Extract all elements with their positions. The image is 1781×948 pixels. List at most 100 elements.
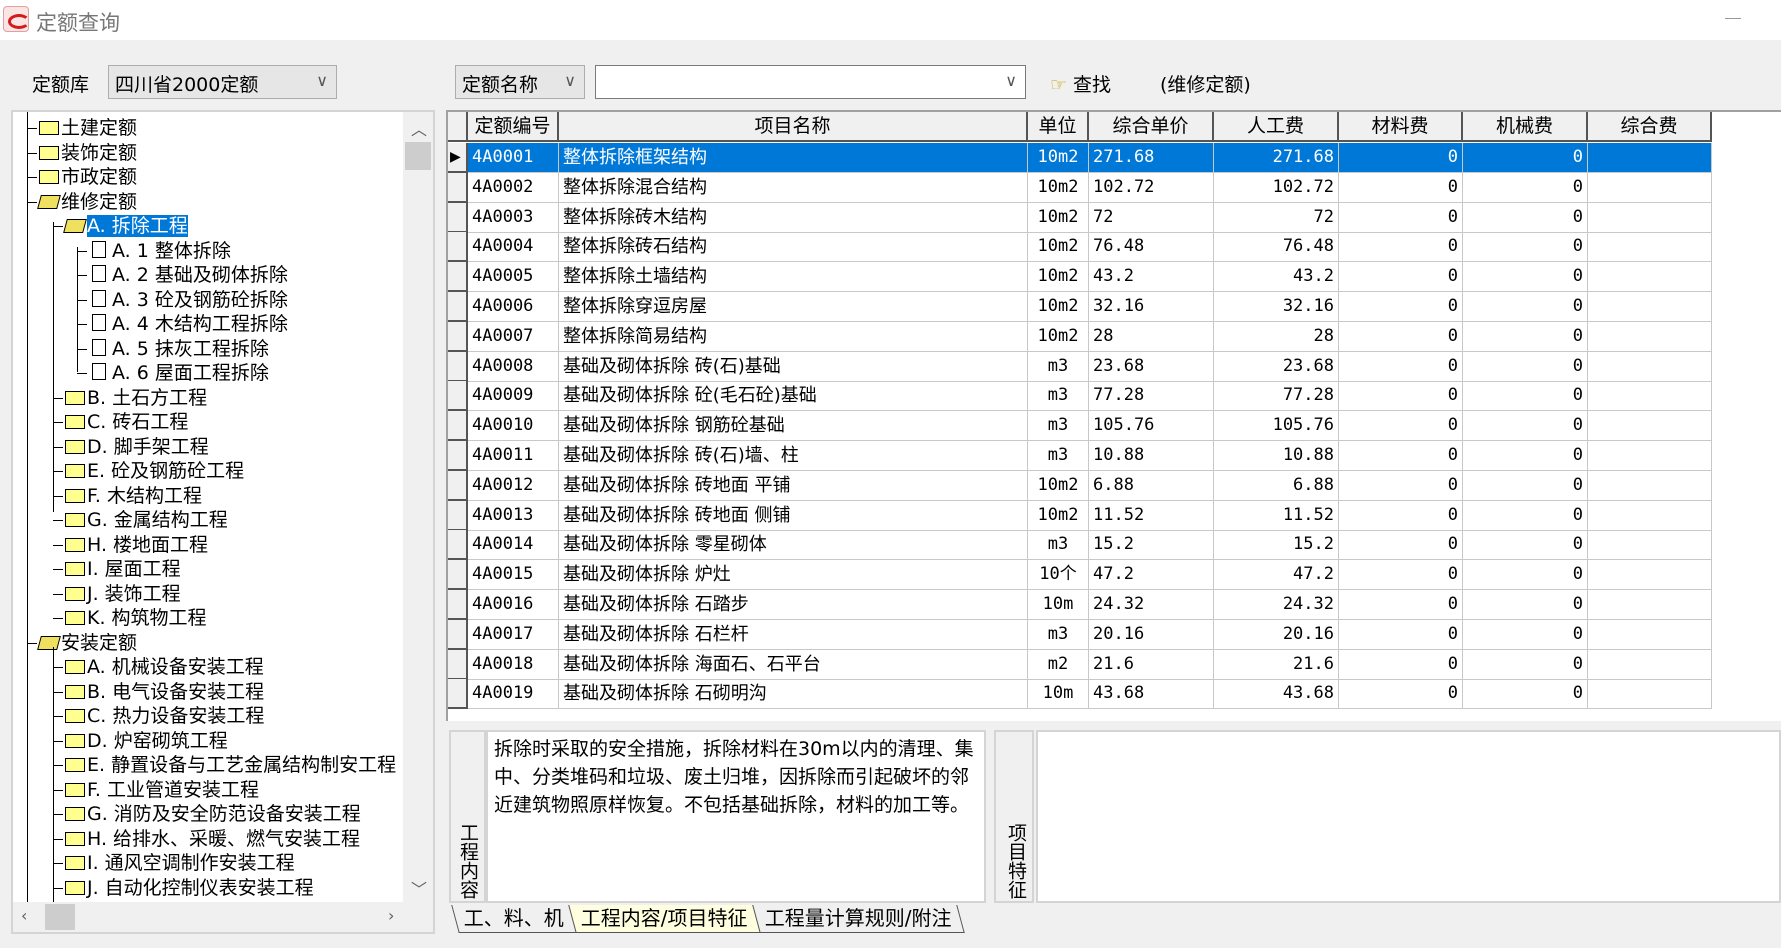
row-indicator[interactable] <box>448 619 468 650</box>
tree-item[interactable]: A. 1 整体拆除 <box>89 239 231 263</box>
table-cell[interactable] <box>1588 202 1712 233</box>
table-cell[interactable]: 0 <box>1339 649 1463 680</box>
table-cell[interactable]: 28 <box>1214 321 1339 352</box>
column-header[interactable]: 人工费 <box>1214 112 1339 142</box>
row-indicator[interactable] <box>448 202 468 233</box>
quota-grid[interactable]: 定额编号 项目名称 单位 综合单价 人工费 材料费 机械费 综合费 ▶ 4A0001 整体拆除框架结… <box>446 110 1781 721</box>
tree-item[interactable]: A. 4 木结构工程拆除 <box>89 312 288 336</box>
table-cell[interactable]: 72 <box>1214 202 1339 233</box>
table-cell[interactable] <box>1588 590 1712 620</box>
table-cell[interactable]: 10.88 <box>1214 441 1339 471</box>
column-header[interactable]: 项目名称 <box>559 112 1028 142</box>
tab[interactable]: 工程量计算规则/附注 <box>751 905 965 933</box>
table-cell[interactable]: 4A0013 <box>468 500 559 531</box>
table-cell[interactable] <box>1588 470 1712 501</box>
table-cell[interactable]: 0 <box>1339 619 1463 650</box>
table-cell[interactable]: 77.28 <box>1214 381 1339 412</box>
item-feature-text[interactable] <box>1036 730 1781 903</box>
table-cell[interactable]: 0 <box>1463 649 1588 680</box>
table-cell[interactable]: 4A0005 <box>468 262 559 293</box>
table-cell[interactable] <box>1588 292 1712 322</box>
row-indicator[interactable] <box>448 441 468 471</box>
table-cell[interactable]: 0 <box>1339 292 1463 322</box>
table-cell[interactable]: 23.68 <box>1214 351 1339 382</box>
table-cell[interactable]: 整体拆除砖木结构 <box>559 202 1028 233</box>
table-cell[interactable]: 6.88 <box>1214 470 1339 501</box>
table-cell[interactable]: 0 <box>1463 411 1588 442</box>
row-indicator[interactable] <box>448 679 468 710</box>
row-indicator[interactable] <box>448 321 468 352</box>
table-cell[interactable]: 0 <box>1463 143 1588 173</box>
table-cell[interactable]: 基础及砌体拆除 炉灶 <box>559 560 1028 591</box>
table-cell[interactable]: 0 <box>1339 202 1463 233</box>
table-cell[interactable]: 0 <box>1463 321 1588 352</box>
table-cell[interactable] <box>1588 500 1712 531</box>
tree-item[interactable]: I. 屋面工程 <box>65 557 181 581</box>
tree-item[interactable]: K. 构筑物工程 <box>65 606 207 630</box>
tab[interactable]: 工、料、机 <box>451 905 577 933</box>
table-cell[interactable] <box>1588 441 1712 471</box>
table-cell[interactable]: 102.72 <box>1089 172 1214 203</box>
table-cell[interactable]: 76.48 <box>1214 232 1339 263</box>
table-cell[interactable]: 4A0014 <box>468 530 559 561</box>
table-cell[interactable]: 10m <box>1028 590 1089 620</box>
row-indicator[interactable]: ▶ <box>448 143 468 173</box>
table-cell[interactable]: 整体拆除框架结构 <box>559 143 1028 173</box>
table-cell[interactable]: 11.52 <box>1089 500 1214 531</box>
table-cell[interactable]: 4A0003 <box>468 202 559 233</box>
table-cell[interactable]: 0 <box>1463 381 1588 412</box>
row-indicator[interactable] <box>448 530 468 561</box>
table-cell[interactable] <box>1588 619 1712 650</box>
row-indicator[interactable] <box>448 560 468 591</box>
tree-item[interactable]: 市政定额 <box>39 165 137 189</box>
table-cell[interactable]: 0 <box>1339 411 1463 442</box>
table-cell[interactable]: 0 <box>1463 172 1588 203</box>
table-cell[interactable]: 10m2 <box>1028 232 1089 263</box>
table-cell[interactable]: 0 <box>1339 143 1463 173</box>
table-cell[interactable]: 4A0006 <box>468 292 559 322</box>
table-cell[interactable]: 0 <box>1339 500 1463 531</box>
row-indicator[interactable] <box>448 292 468 322</box>
table-cell[interactable]: 4A0010 <box>468 411 559 442</box>
table-cell[interactable] <box>1588 232 1712 263</box>
table-cell[interactable]: 43.2 <box>1089 262 1214 293</box>
search-input[interactable]: ∨ <box>595 65 1026 99</box>
table-cell[interactable]: 6.88 <box>1089 470 1214 501</box>
row-indicator[interactable] <box>448 470 468 501</box>
tree-item[interactable]: C. 砖石工程 <box>65 410 188 434</box>
column-header[interactable]: 综合单价 <box>1089 112 1214 142</box>
table-cell[interactable]: 77.28 <box>1089 381 1214 412</box>
scroll-thumb[interactable] <box>405 142 431 170</box>
row-indicator[interactable] <box>448 649 468 680</box>
table-cell[interactable]: 4A0001 <box>468 143 559 173</box>
table-cell[interactable]: 0 <box>1339 321 1463 352</box>
table-cell[interactable]: 10.88 <box>1089 441 1214 471</box>
table-cell[interactable]: 10m2 <box>1028 470 1089 501</box>
table-cell[interactable]: 10m2 <box>1028 143 1089 173</box>
tree-item[interactable]: 装饰定额 <box>39 141 137 165</box>
table-cell[interactable]: 4A0017 <box>468 619 559 650</box>
column-header[interactable]: 材料费 <box>1339 112 1463 142</box>
table-cell[interactable]: 21.6 <box>1214 649 1339 680</box>
search-field-select[interactable]: 定额名称 ∨ <box>455 65 585 99</box>
tree-item[interactable]: B. 土石方工程 <box>65 386 207 410</box>
scroll-thumb[interactable] <box>45 904 75 930</box>
table-cell[interactable]: 基础及砌体拆除 海面石、石平台 <box>559 649 1028 680</box>
table-cell[interactable]: m3 <box>1028 411 1089 442</box>
table-cell[interactable]: m3 <box>1028 351 1089 382</box>
tree-item[interactable]: F. 工业管道安装工程 <box>65 778 259 802</box>
table-cell[interactable]: 4A0019 <box>468 679 559 710</box>
table-cell[interactable]: 基础及砌体拆除 石栏杆 <box>559 619 1028 650</box>
table-cell[interactable]: 47.2 <box>1214 560 1339 591</box>
table-cell[interactable]: 0 <box>1463 441 1588 471</box>
table-cell[interactable]: 24.32 <box>1214 590 1339 620</box>
table-cell[interactable]: 4A0016 <box>468 590 559 620</box>
table-cell[interactable] <box>1588 172 1712 203</box>
tree-item[interactable]: A. 5 抹灰工程拆除 <box>89 337 269 361</box>
table-cell[interactable]: 0 <box>1463 351 1588 382</box>
tree-item[interactable]: F. 木结构工程 <box>65 484 202 508</box>
table-cell[interactable]: 基础及砌体拆除 石踏步 <box>559 590 1028 620</box>
tree-item[interactable]: J. 装饰工程 <box>65 582 181 606</box>
tree-item[interactable]: 土建定额 <box>39 116 137 140</box>
row-indicator[interactable] <box>448 500 468 531</box>
